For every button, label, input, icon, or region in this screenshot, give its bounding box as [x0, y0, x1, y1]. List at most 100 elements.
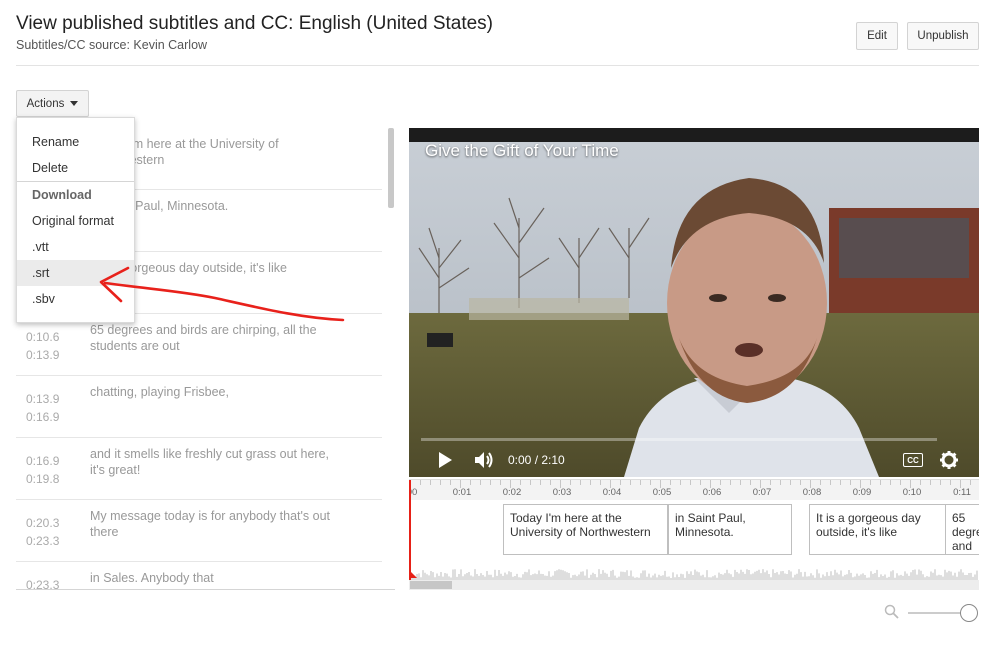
actions-menu: Rename Delete Download Original format .…: [16, 117, 135, 323]
timeline-tick-label: 0:02: [502, 487, 522, 498]
timeline-tick-label: 0:03: [552, 487, 572, 498]
subtitle-row[interactable]: 0:16.9 0:19.8 and it smells like freshly …: [16, 438, 382, 500]
video-time: 0:00 / 2:10: [508, 453, 565, 467]
video-title: Give the Gift of Your Time: [425, 141, 619, 160]
timeline-tick: [590, 480, 591, 485]
menu-item-original-format[interactable]: Original format: [17, 208, 134, 234]
cue-end: 0:19.8: [26, 472, 60, 486]
timeline-tick: [820, 480, 821, 485]
cue-text: My message today is for anybody that's o…: [90, 509, 331, 539]
timeline-tick-label: 0:04: [602, 487, 622, 498]
timeline-tick: [530, 480, 531, 485]
cue-end: 0:23.3: [26, 534, 60, 548]
cue-start: 0:10.6: [26, 330, 60, 344]
timeline-tick: [500, 480, 501, 485]
timeline-tick: [800, 480, 801, 485]
header-divider: [16, 65, 979, 66]
caret-down-icon: [70, 101, 79, 106]
timeline-tick: [420, 480, 421, 485]
timeline-tick-label: 0:01: [452, 487, 472, 498]
timeline-tick: [700, 480, 701, 485]
timeline-tick: [570, 480, 571, 485]
timeline-tick: [880, 480, 881, 485]
edit-button[interactable]: Edit: [856, 22, 898, 50]
timeline-playhead[interactable]: [409, 480, 411, 580]
timeline-scrollbar-thumb[interactable]: [410, 581, 452, 589]
timeline-tick: [840, 480, 841, 485]
cc-icon[interactable]: CC: [903, 453, 923, 467]
video-frame: [409, 128, 979, 477]
video-player[interactable]: Give the Gift of Your Time 0:00 / 2:10 C…: [409, 128, 979, 477]
zoom-slider-track[interactable]: [908, 612, 966, 614]
unpublish-button[interactable]: Unpublish: [907, 22, 979, 50]
timeline-cue[interactable]: Today I'm here at the University of Nort…: [503, 504, 668, 555]
timeline-scrollbar[interactable]: [409, 580, 979, 590]
timeline-tick-label: 0:09: [852, 487, 872, 498]
caption-timeline[interactable]: 000:010:020:030:040:050:060:070:080:090:…: [409, 479, 979, 590]
timeline-tick: [720, 480, 721, 485]
cue-text: and it smells like freshly cut grass out…: [90, 447, 329, 477]
volume-icon[interactable]: [473, 450, 495, 470]
timeline-tick: [630, 480, 631, 485]
timeline-tick: [780, 480, 781, 485]
timeline-tick: [520, 480, 521, 485]
timeline-tick: [580, 480, 581, 485]
timeline-tick: [970, 480, 971, 485]
timeline-tick: [600, 480, 601, 485]
timeline-ruler: 000:010:020:030:040:050:060:070:080:090:…: [409, 480, 979, 500]
timeline-tick-label: 0:05: [652, 487, 672, 498]
timeline-tick: [470, 480, 471, 485]
timeline-tick: [680, 480, 681, 485]
menu-item-srt[interactable]: .srt: [17, 260, 134, 286]
timeline-tick: [890, 480, 891, 485]
timeline-tick: [740, 480, 741, 485]
menu-item-vtt[interactable]: .vtt: [17, 234, 134, 260]
waveform-path: [409, 569, 978, 580]
actions-button[interactable]: Actions: [16, 90, 89, 117]
page-title: View published subtitles and CC: English…: [16, 13, 494, 34]
timeline-tick: [640, 480, 641, 485]
timeline-tick: [920, 480, 921, 485]
subtitle-row[interactable]: 0:13.9 0:16.9 chatting, playing Frisbee,: [16, 376, 382, 438]
cue-end: 0:13.9: [26, 348, 60, 362]
menu-item-sbv[interactable]: .sbv: [17, 286, 134, 312]
timeline-cue[interactable]: in Saint Paul, Minnesota.: [668, 504, 792, 555]
video-progress-bar[interactable]: [421, 438, 937, 441]
cue-start: 0:20.3: [26, 516, 60, 530]
timeline-tick: [490, 480, 491, 485]
timeline-tick: [690, 480, 691, 485]
cue-text: in Sales. Anybody that: [90, 571, 214, 585]
subtitle-row[interactable]: 0:10.6 0:13.9 65 degrees and birds are ch…: [16, 314, 382, 376]
timeline-tick: [790, 480, 791, 485]
cue-start: 0:13.9: [26, 392, 60, 406]
gear-icon[interactable]: [939, 450, 959, 470]
timeline-tick: [450, 480, 451, 485]
timeline-tick: [430, 480, 431, 485]
cue-end: 0:16.9: [26, 410, 60, 424]
cue-start: 0:23.3: [26, 578, 60, 590]
cue-text: chatting, playing Frisbee,: [90, 385, 229, 399]
actions-button-label: Actions: [26, 97, 65, 110]
timeline-tick: [540, 480, 541, 485]
timeline-tick-label: 0:11: [953, 487, 971, 498]
timeline-tick: [730, 480, 731, 485]
subtitle-row[interactable]: 0:20.3 0:23.3 My message today is for any…: [16, 500, 382, 562]
timeline-tick: [750, 480, 751, 485]
play-icon[interactable]: [439, 452, 452, 468]
timeline-tick-label: 0:07: [752, 487, 772, 498]
timeline-cue[interactable]: It is a gorgeous day outside, it's like: [809, 504, 946, 555]
zoom-slider-handle[interactable]: [960, 604, 978, 622]
cue-start: 0:16.9: [26, 454, 60, 468]
timeline-cue[interactable]: 65 degrees and birds are chirping, all t…: [945, 504, 979, 555]
video-controls: 0:00 / 2:10 CC: [409, 444, 979, 477]
timeline-tick: [770, 480, 771, 485]
audio-waveform: [409, 569, 978, 580]
menu-item-delete[interactable]: Delete: [17, 155, 134, 181]
menu-item-rename[interactable]: Rename: [17, 129, 134, 155]
subtitle-row[interactable]: 0:23.3 in Sales. Anybody that: [16, 562, 382, 590]
timeline-tick: [830, 480, 831, 485]
timeline-tick: [620, 480, 621, 485]
timeline-tick-label: 0:06: [702, 487, 722, 498]
cue-text: 65 degrees and birds are chirping, all t…: [90, 323, 317, 353]
subtitle-list-scrollbar[interactable]: [388, 128, 394, 208]
